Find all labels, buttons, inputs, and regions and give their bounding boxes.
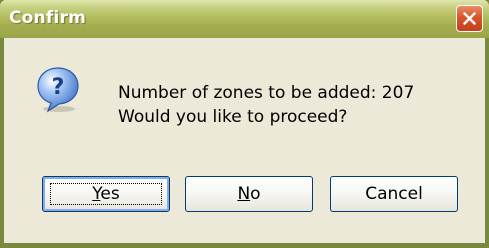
- dialog-title: Confirm: [9, 8, 86, 28]
- close-button[interactable]: [456, 5, 483, 32]
- yes-button[interactable]: Yes: [42, 176, 170, 212]
- dialog-message: Number of zones to be added: 207 Would y…: [118, 81, 414, 129]
- cancel-button-label: Cancel: [365, 184, 423, 204]
- message-line-1: Number of zones to be added: 207: [118, 83, 415, 103]
- title-bar[interactable]: Confirm: [0, 0, 489, 38]
- close-icon: [463, 12, 476, 25]
- svg-text:?: ?: [52, 75, 65, 100]
- no-button[interactable]: No: [185, 176, 313, 212]
- confirm-dialog: Confirm ? Number of zones to be added: 2…: [0, 0, 489, 248]
- no-button-label: No: [237, 184, 261, 204]
- cancel-button[interactable]: Cancel: [330, 176, 458, 212]
- message-line-2: Would you like to proceed?: [118, 107, 348, 127]
- question-icon: ?: [37, 67, 79, 113]
- yes-button-label: Yes: [92, 184, 120, 204]
